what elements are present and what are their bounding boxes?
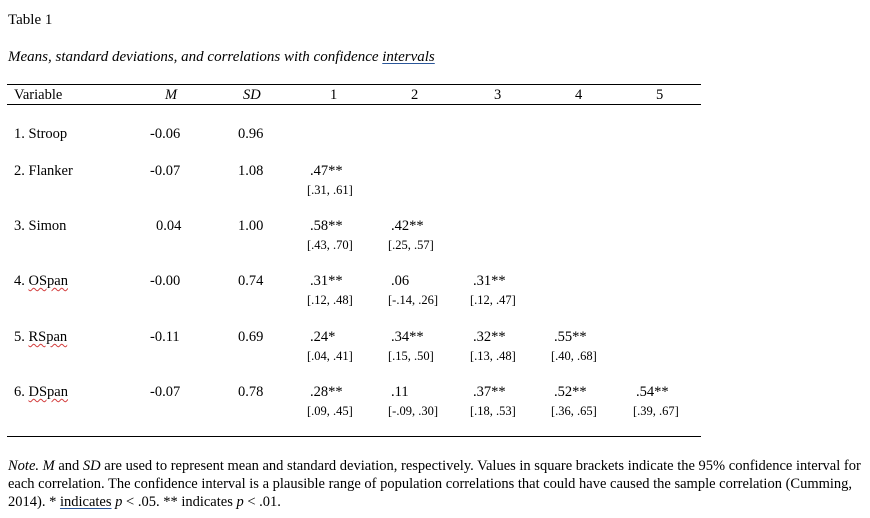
table-title: Means, standard deviations, and correlat… <box>8 49 435 66</box>
sd-value: 1.08 <box>238 163 264 179</box>
note-m: M <box>42 458 55 474</box>
variable-name: 1. Stroop <box>14 126 67 143</box>
confidence-interval: [.39, .67] <box>633 404 679 418</box>
note-text: and <box>54 458 83 474</box>
correlation-value: .06 <box>391 273 410 289</box>
correlation-value: .47** <box>310 163 343 179</box>
mean-value: -0.07 <box>150 163 181 179</box>
correlation-value: .31** <box>310 273 343 289</box>
correlation-value: .28** <box>310 384 343 400</box>
confidence-interval: [.31, .61] <box>307 183 353 197</box>
variable-label: Simon <box>28 218 67 234</box>
variable-name: 2. Flanker <box>14 163 73 180</box>
header-col-5: 5 <box>656 87 664 103</box>
variable-number: 1. <box>14 126 29 142</box>
correlation-value: .52** <box>554 384 587 400</box>
variable-number: 6. <box>14 384 29 400</box>
variable-number: 2. <box>14 163 29 179</box>
confidence-interval: [.12, .47] <box>470 293 516 307</box>
correlation-value: .31** <box>473 273 506 289</box>
correlation-value: .24* <box>310 329 336 345</box>
variable-number: 3. <box>14 218 29 234</box>
mean-value: -0.00 <box>150 273 181 289</box>
correlation-value: .32** <box>473 329 506 345</box>
spelling-flagged-word[interactable]: OSpan <box>29 273 68 289</box>
confidence-interval: [.25, .57] <box>388 238 434 252</box>
confidence-interval: [.04, .41] <box>307 349 353 363</box>
variable-label: Flanker <box>28 163 73 179</box>
note-p: p <box>236 494 244 510</box>
variable-number: 5. <box>14 329 29 345</box>
correlation-value: .37** <box>473 384 506 400</box>
header-mean: M <box>165 87 178 103</box>
confidence-interval: [.36, .65] <box>551 404 597 418</box>
table-title-text: Means, standard deviations, and correlat… <box>8 49 383 65</box>
correlation-value: .34** <box>391 329 424 345</box>
mean-value: -0.07 <box>150 384 181 400</box>
mean-value: -0.11 <box>150 329 180 345</box>
header-col-2: 2 <box>411 87 419 103</box>
table-note: Note. M and SD are used to represent mea… <box>8 457 870 511</box>
sd-value: 0.74 <box>238 273 264 289</box>
table-top-rule <box>7 84 701 85</box>
variable-name: 3. Simon <box>14 218 66 235</box>
grammar-flagged-word[interactable]: intervals <box>382 49 435 65</box>
variable-name: 6. DSpan <box>14 384 68 401</box>
confidence-interval: [.13, .48] <box>470 349 516 363</box>
header-col-3: 3 <box>494 87 502 103</box>
variable-name: 4. OSpan <box>14 273 68 290</box>
sd-value: 1.00 <box>238 218 264 234</box>
sd-value: 0.78 <box>238 384 264 400</box>
confidence-interval: [-.14, .26] <box>388 293 438 307</box>
variable-name: 5. RSpan <box>14 329 67 346</box>
spelling-flagged-word[interactable]: RSpan <box>29 329 68 345</box>
table-header-rule <box>7 104 701 105</box>
mean-value: 0.04 <box>156 218 182 234</box>
grammar-flagged-word[interactable]: indicates <box>60 494 112 510</box>
correlation-value: .58** <box>310 218 343 234</box>
sd-value: 0.69 <box>238 329 264 345</box>
correlation-value: .54** <box>636 384 669 400</box>
note-text: < .01. <box>243 494 281 510</box>
table-label: Table 1 <box>8 12 53 28</box>
correlation-value: .42** <box>391 218 424 234</box>
header-sd: SD <box>243 87 261 103</box>
variable-label: Stroop <box>28 126 68 142</box>
note-sd: SD <box>82 458 101 474</box>
spelling-flagged-word[interactable]: DSpan <box>29 384 68 400</box>
header-col-1: 1 <box>330 87 338 103</box>
mean-value: -0.06 <box>150 126 181 142</box>
table-bottom-rule <box>7 436 701 437</box>
confidence-interval: [-.09, .30] <box>388 404 438 418</box>
confidence-interval: [.18, .53] <box>470 404 516 418</box>
confidence-interval: [.43, .70] <box>307 238 353 252</box>
variable-number: 4. <box>14 273 29 289</box>
header-col-4: 4 <box>575 87 583 103</box>
confidence-interval: [.40, .68] <box>551 349 597 363</box>
correlation-value: .55** <box>554 329 587 345</box>
confidence-interval: [.15, .50] <box>388 349 434 363</box>
note-text: < .05. ** indicates <box>122 494 237 510</box>
note-label: Note. <box>8 458 40 474</box>
sd-value: 0.96 <box>238 126 264 142</box>
header-variable: Variable <box>14 87 63 103</box>
correlation-value: .11 <box>391 384 409 400</box>
confidence-interval: [.09, .45] <box>307 404 353 418</box>
confidence-interval: [.12, .48] <box>307 293 353 307</box>
